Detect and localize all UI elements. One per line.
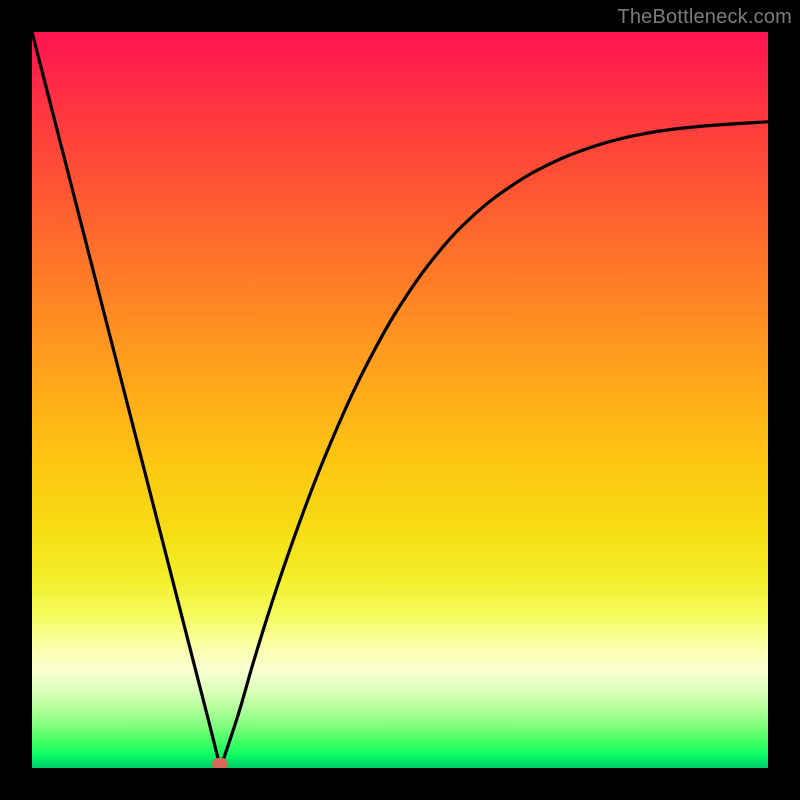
plot-area <box>32 32 768 768</box>
curve-layer <box>32 32 768 768</box>
bottleneck-curve <box>32 32 768 768</box>
optimal-point-marker <box>212 758 228 768</box>
watermark-text: TheBottleneck.com <box>617 6 792 29</box>
chart-frame: TheBottleneck.com <box>0 0 800 800</box>
